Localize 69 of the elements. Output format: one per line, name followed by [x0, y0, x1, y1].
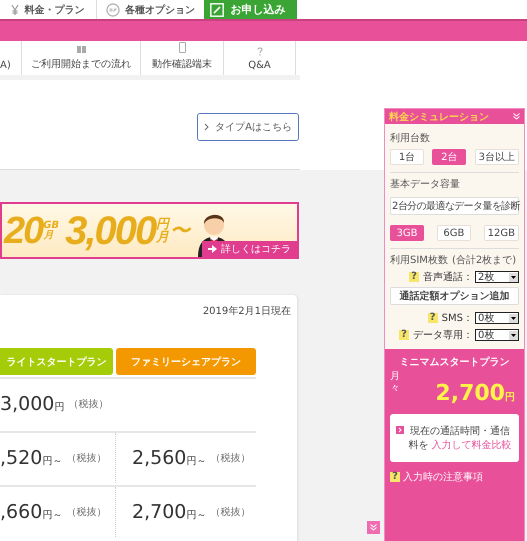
limit-note: (合計2枚まで) [452, 254, 516, 267]
tax-note: （税抜） [210, 506, 250, 519]
chevron-right-icon [396, 426, 404, 434]
option-button[interactable]: 3台以上 [474, 149, 519, 165]
plan-name: ミニマムスタートプラン [398, 355, 510, 369]
nav-link[interactable]: 各種オプション [124, 2, 195, 16]
price-amount: 2,700 円～ [132, 501, 206, 523]
banner-price: 3,000 [65, 210, 156, 250]
count-select[interactable]: 2枚 [475, 271, 519, 283]
option-button[interactable]: 12GB [484, 225, 519, 241]
help-icon[interactable]: ? [390, 472, 400, 482]
dropdown-arrow-icon [509, 314, 518, 322]
nav-link[interactable]: A) [0, 60, 11, 71]
monthly-price: 2,700円 [435, 381, 515, 406]
banner-per: 月 [156, 230, 170, 244]
arrow-right-icon [208, 245, 217, 253]
double-chevron-icon [370, 524, 377, 531]
date-text: 2019年2月1日現在 [202, 305, 292, 318]
banner-yen: 円 [156, 218, 170, 230]
nav-link[interactable]: ご利用開始までの流れ [31, 57, 131, 71]
banner-tilde: 〜 [170, 218, 190, 244]
plan-header: ライトスタートプラン [0, 348, 113, 375]
type-a-link-button[interactable]: タイプAはこちら [197, 113, 299, 141]
dropdown-arrow-icon [509, 272, 518, 282]
price-amount: 2,560 円～ [132, 447, 206, 469]
field-label: データ専用： [413, 328, 473, 342]
plan-header: ファミリーシェアプラン [116, 348, 256, 375]
collapse-icon [513, 113, 520, 120]
nav-link[interactable]: Q&A [248, 60, 271, 71]
question-icon [256, 47, 262, 56]
help-icon[interactable]: ? [399, 330, 409, 340]
option-button[interactable]: 6GB [436, 225, 471, 241]
call-option-button[interactable]: 通話定額オプション追加 [390, 287, 519, 305]
field-label: 音声通話： [423, 270, 473, 284]
banner-per: 月 [43, 230, 54, 240]
book-icon [76, 46, 86, 53]
details-link[interactable]: 詳しくはコチラ [202, 241, 297, 257]
tax-note: （税抜） [68, 398, 108, 411]
nav-link[interactable]: 動作確認端末 [152, 57, 212, 71]
nav-link[interactable]: 料金・プラン [24, 2, 84, 16]
section-label: 利用SIM枚数 [390, 254, 448, 267]
count-select[interactable]: 0枚 [475, 329, 519, 341]
diagnose-button[interactable]: 2台分の最適なデータ量を診断 [390, 197, 519, 215]
compare-text: 現在の通話時間・通信料を 入力して料金比較 [407, 424, 513, 452]
banner-unit: GB [43, 220, 60, 230]
chevron-right-icon [204, 123, 210, 131]
tax-note: （税抜） [210, 452, 250, 465]
compare-link[interactable]: 入力して料金比較 [432, 440, 512, 451]
help-icon[interactable]: ? [409, 272, 419, 282]
option-button[interactable]: 1台 [390, 149, 424, 165]
simulator-title: 料金シミュレーション [389, 110, 489, 124]
yen-icon [11, 4, 20, 14]
price-amount: 3,000 円 [0, 393, 64, 415]
banner-capacity: 20 [4, 212, 42, 250]
scroll-top-button[interactable] [367, 521, 380, 534]
tax-note: （税抜） [66, 452, 106, 465]
section-label: 利用台数 [390, 132, 431, 145]
help-icon[interactable]: ? [428, 313, 438, 323]
dropdown-arrow-icon [509, 330, 518, 340]
price-amount: ,660 円～ [0, 501, 62, 523]
period-label: 月々 [390, 371, 400, 395]
tax-note: （税抜） [66, 506, 106, 519]
field-label: SMS： [442, 312, 473, 325]
pencil-icon [210, 2, 224, 16]
count-select[interactable]: 0枚 [475, 312, 519, 324]
op-circle-icon [106, 2, 120, 16]
phone-icon [178, 42, 186, 53]
price-amount: ,520 円～ [0, 447, 62, 469]
section-label: 基本データ容量 [390, 178, 461, 191]
